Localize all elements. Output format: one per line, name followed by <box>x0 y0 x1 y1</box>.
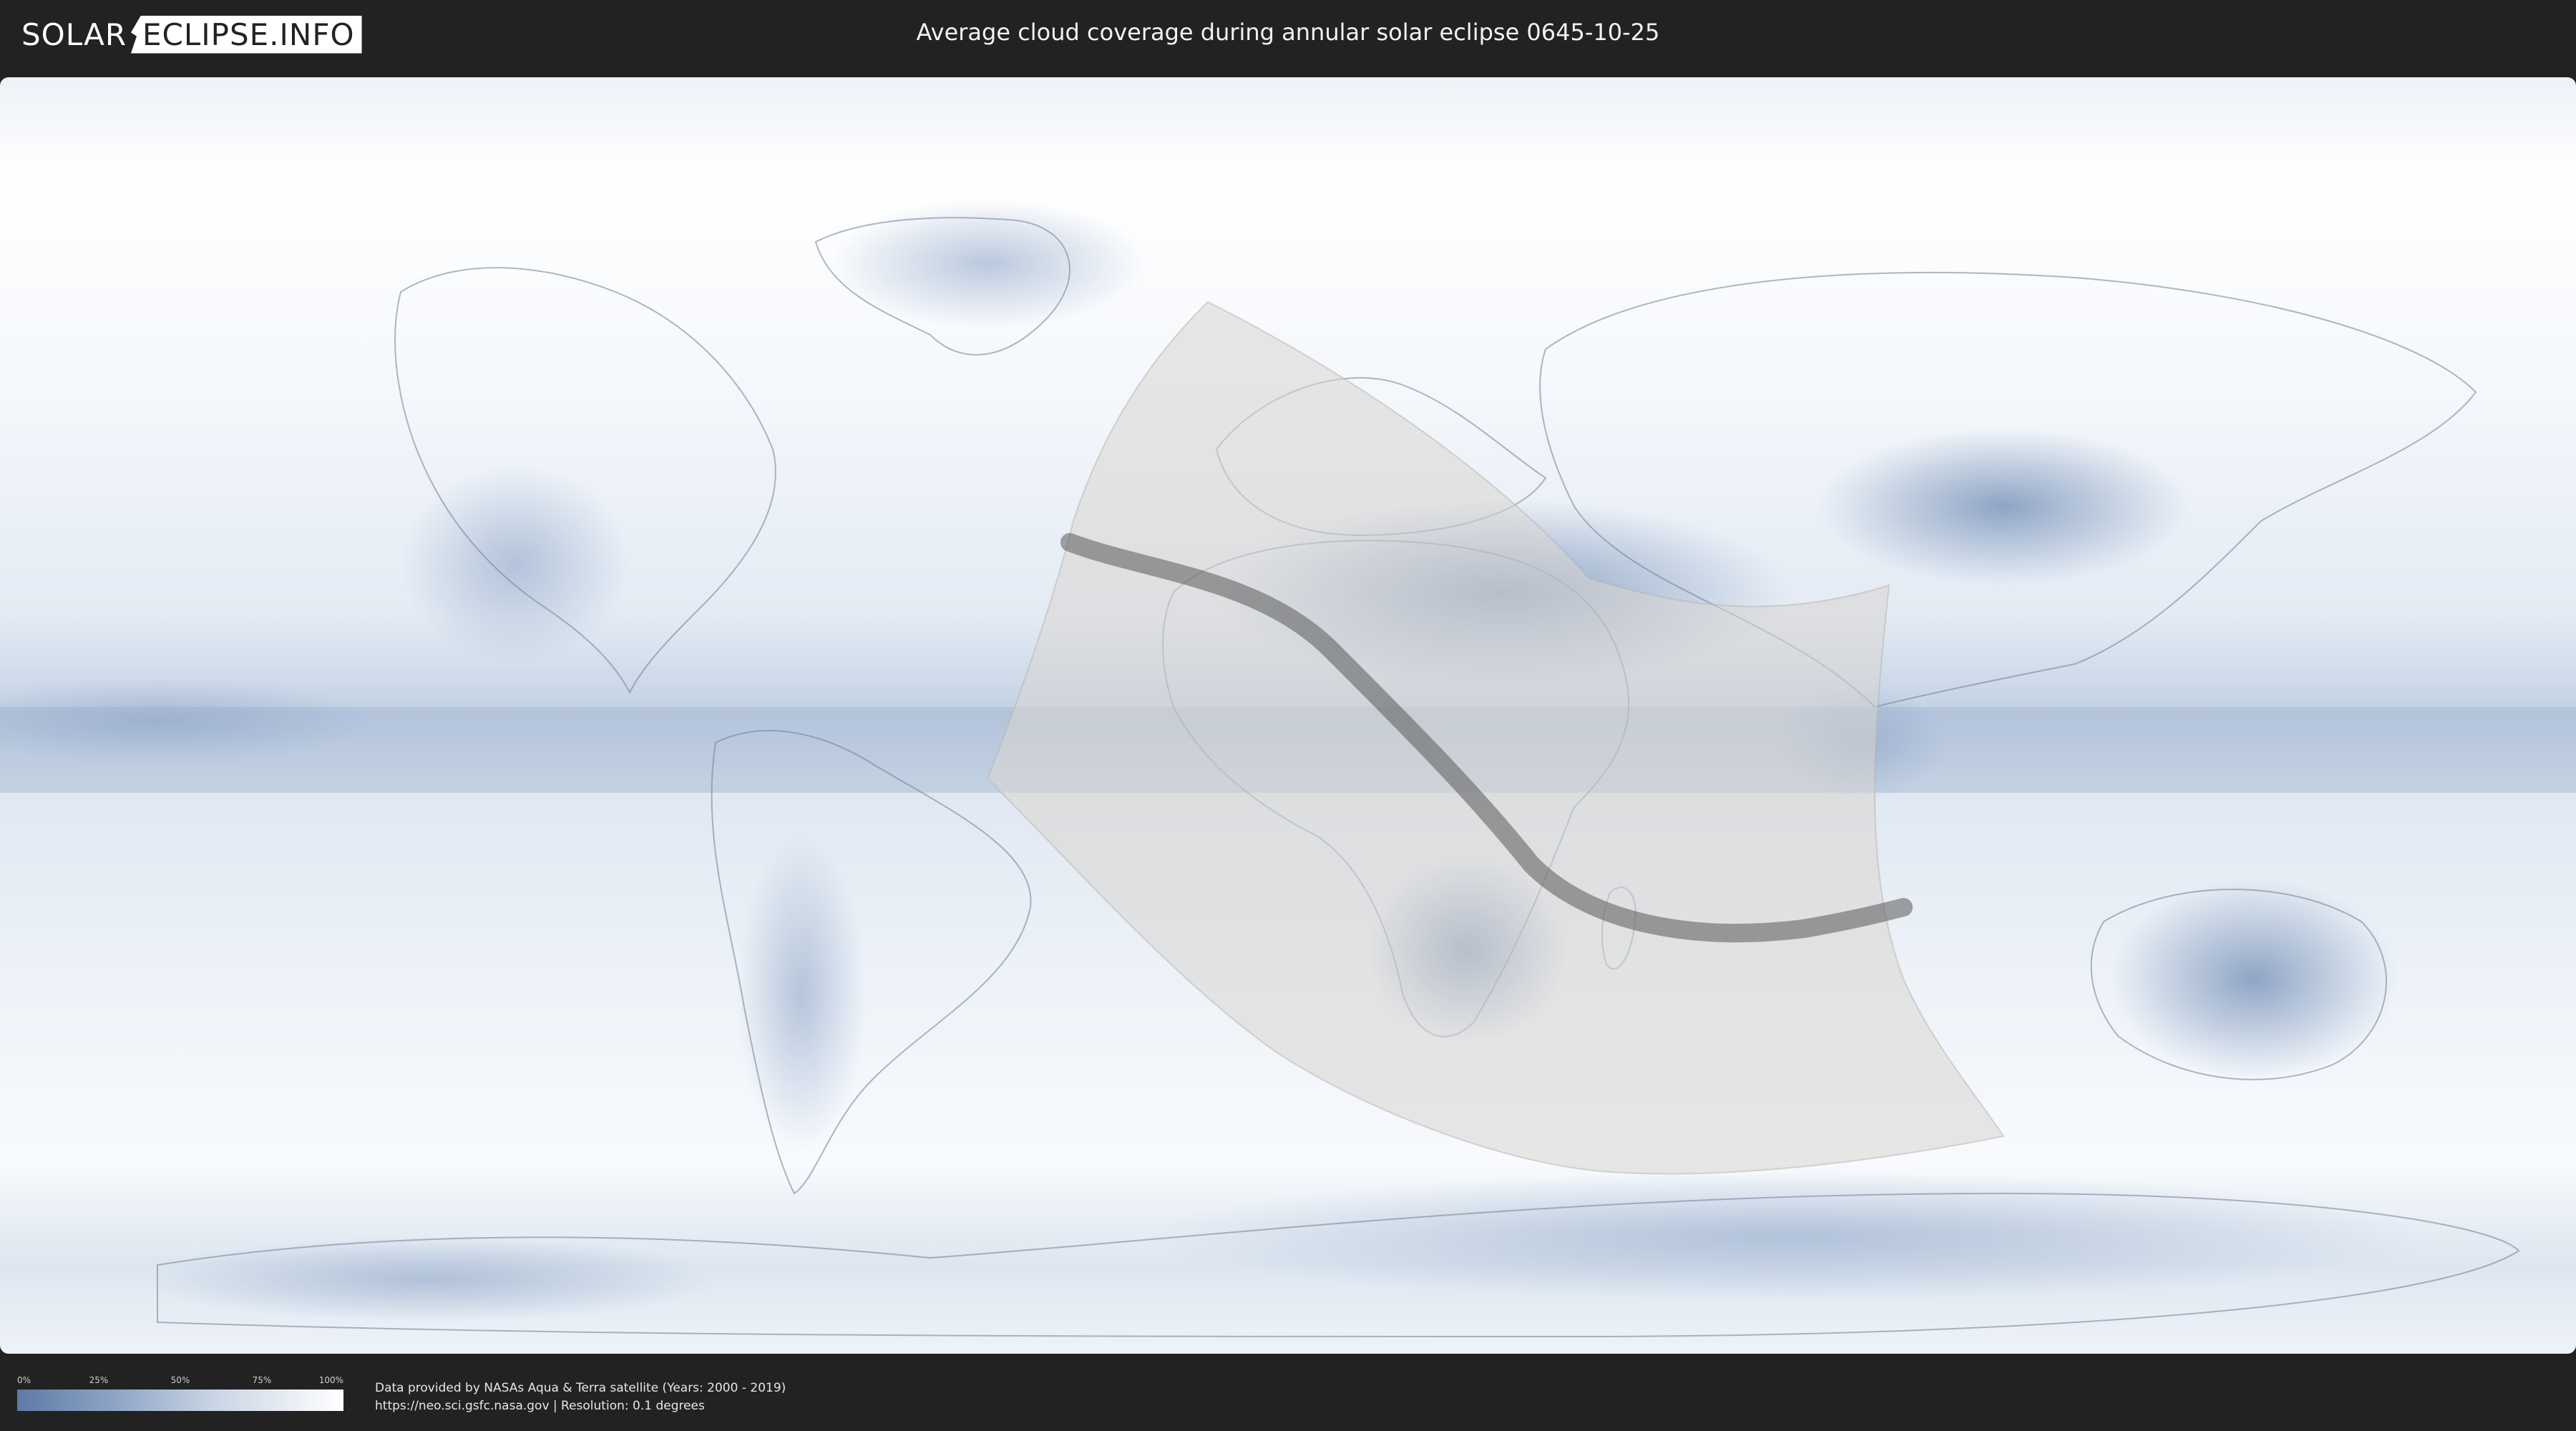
world-cloud-map[interactable] <box>0 77 2576 1354</box>
logo-text-solar: SOLAR <box>21 16 127 52</box>
legend-tick-25: 25% <box>89 1375 109 1385</box>
data-credits: Data provided by NASAs Aqua & Terra sate… <box>375 1379 786 1415</box>
antarctica-west-region <box>143 1236 716 1322</box>
north-america-west-region <box>401 464 630 664</box>
page-title: Average cloud coverage during annular so… <box>916 19 1660 46</box>
legend-tick-50: 50% <box>170 1375 190 1385</box>
andes-region <box>737 836 866 1151</box>
credits-line-source: Data provided by NASAs Aqua & Terra sate… <box>375 1381 786 1395</box>
legend-tick-75: 75% <box>252 1375 272 1385</box>
legend-ticks: 0% 25% 50% 75% 100% <box>17 1375 343 1387</box>
credits-line-url[interactable]: https://neo.sci.gsfc.nasa.gov | Resoluti… <box>375 1397 786 1415</box>
map-canvas <box>0 77 2576 1354</box>
legend-tick-0: 0% <box>17 1375 31 1385</box>
legend-tick-100: 100% <box>318 1375 343 1385</box>
site-logo[interactable]: SOLAR ECLIPSE.INFO <box>21 14 362 54</box>
legend-color-bar <box>17 1390 343 1411</box>
header-bar: SOLAR ECLIPSE.INFO Average cloud coverag… <box>0 0 2576 72</box>
cloud-coverage-legend: 0% 25% 50% 75% 100% <box>17 1375 343 1411</box>
logo-text-eclipse: ECLIPSE.INFO <box>131 15 362 54</box>
australia-clear-region <box>2111 879 2397 1079</box>
footer-bar: 0% 25% 50% 75% 100% Data provided by NAS… <box>0 1359 2576 1431</box>
central-asia-clear-region <box>1818 428 2190 585</box>
antarctica-region <box>1145 1172 2433 1301</box>
